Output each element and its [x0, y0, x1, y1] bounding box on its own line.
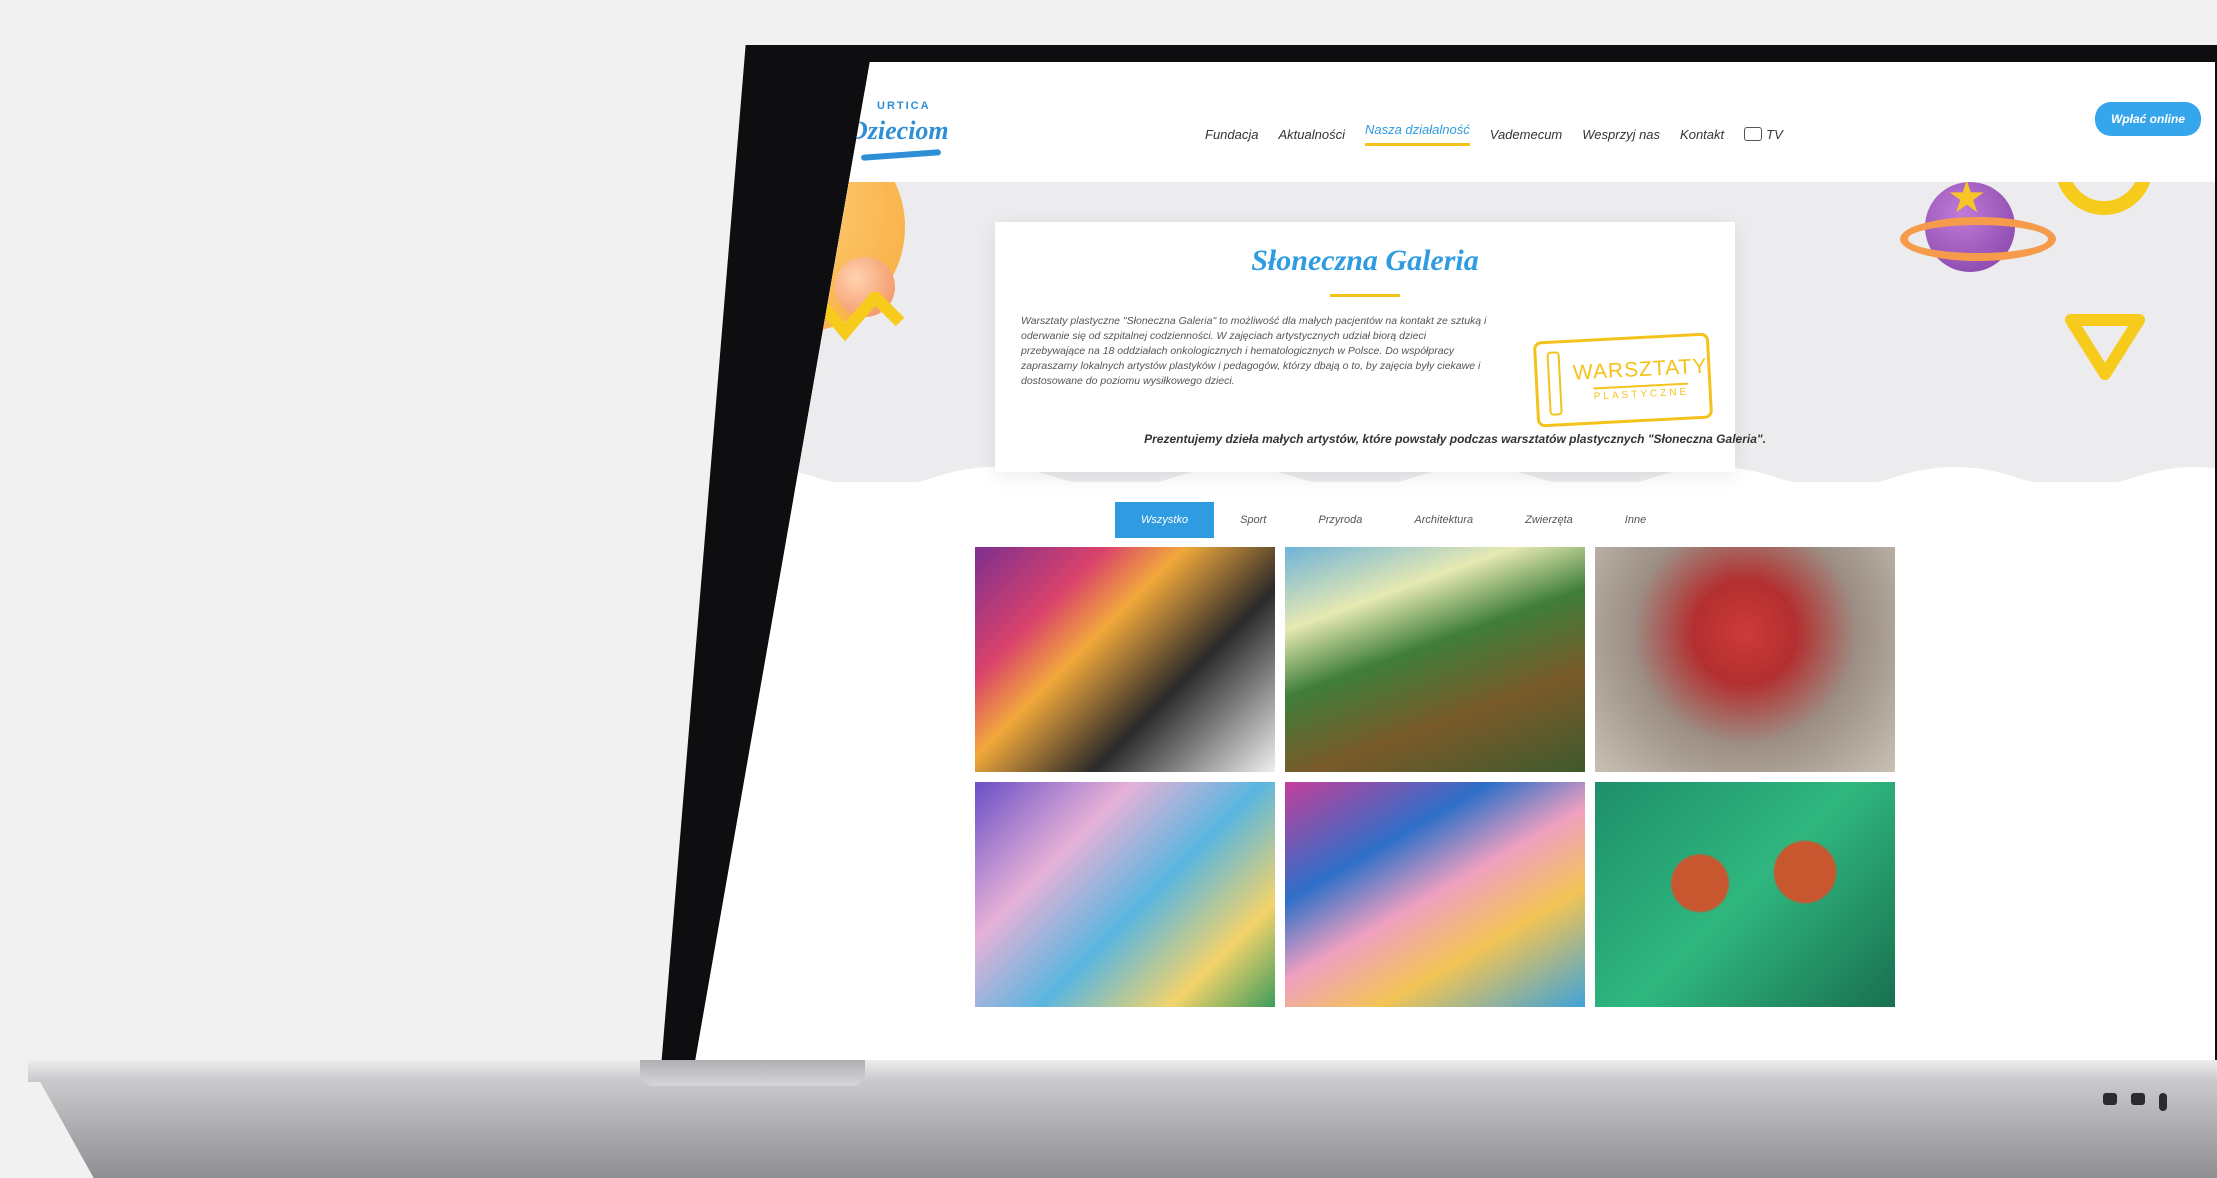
laptop-scene: ★ URTICA Dzieciom Fundacja Aktualności N…: [0, 0, 2217, 1178]
gallery-artwork[interactable]: [1595, 782, 1895, 1007]
stamp-text: WARSZTATY PLASTYCZNE: [1572, 355, 1709, 404]
nav-item-wesprzyj-nas[interactable]: Wesprzyj nas: [1582, 127, 1660, 142]
main-nav: Fundacja Aktualności Nasza działalność V…: [1205, 122, 1783, 146]
nav-item-tv[interactable]: TV: [1744, 127, 1783, 142]
gallery-intro: Prezentujemy dzieła małych artystów, któ…: [1144, 432, 1766, 446]
title-underline: [1330, 294, 1400, 297]
tab-zwierzeta[interactable]: Zwierzęta: [1499, 502, 1599, 538]
page-title: Słoneczna Galeria: [1251, 244, 1479, 277]
triangle-decoration: [2065, 314, 2145, 380]
audio-port: [2159, 1093, 2167, 1111]
nav-item-vademecum[interactable]: Vademecum: [1490, 127, 1563, 142]
nav-item-aktualnosci[interactable]: Aktualności: [1278, 127, 1344, 142]
tab-przyroda[interactable]: Przyroda: [1292, 502, 1388, 538]
laptop-ports: [2103, 1093, 2167, 1111]
laptop-notch: [640, 1060, 865, 1086]
workshop-stamp-logo: WARSZTATY PLASTYCZNE: [1532, 332, 1714, 428]
tab-wszystko[interactable]: Wszystko: [1115, 502, 1215, 538]
artwork-gallery: [975, 547, 1895, 1007]
category-tabs: Wszystko Sport Przyroda Architektura Zwi…: [1115, 502, 1672, 538]
tab-inne[interactable]: Inne: [1599, 502, 1672, 538]
nav-item-nasza-dzialalnosc[interactable]: Nasza działalność: [1364, 122, 1470, 146]
tab-sport[interactable]: Sport: [1214, 502, 1292, 538]
site-header: URTICA Dzieciom Fundacja Aktualności Nas…: [835, 92, 2215, 182]
usb-port: [2103, 1093, 2117, 1105]
planet-ring-decoration: [1900, 217, 2056, 261]
logo-swoosh: [860, 149, 942, 161]
tv-icon: [1744, 127, 1763, 141]
gallery-artwork[interactable]: [975, 547, 1275, 772]
gallery-artwork[interactable]: [1285, 782, 1585, 1007]
intro-description: Warsztaty plastyczne "Słoneczna Galeria"…: [1021, 315, 1487, 387]
gallery-artwork[interactable]: [1595, 547, 1895, 772]
gallery-artwork[interactable]: [975, 782, 1275, 1007]
gallery-artwork[interactable]: [1285, 547, 1585, 772]
stamp-big-text: WARSZTATY: [1572, 354, 1708, 385]
pencil-icon: [1546, 351, 1564, 416]
logo-top-text: URTICA: [877, 100, 931, 112]
donate-online-button[interactable]: Wpłać online: [2094, 102, 2201, 136]
nav-item-kontakt[interactable]: Kontakt: [1680, 127, 1724, 142]
usb-port: [2131, 1093, 2145, 1105]
webpage: ★ URTICA Dzieciom Fundacja Aktualności N…: [695, 62, 2215, 1062]
stamp-small-text: PLASTYCZNE: [1593, 382, 1690, 403]
laptop-screen: ★ URTICA Dzieciom Fundacja Aktualności N…: [695, 62, 2215, 1062]
laptop-base-lip: [28, 1060, 2217, 1082]
logo-main-text: Dzieciom: [849, 116, 949, 145]
tab-architektura[interactable]: Architektura: [1388, 502, 1499, 538]
nav-item-tv-label: TV: [1766, 126, 1783, 142]
nav-item-fundacja[interactable]: Fundacja: [1205, 127, 1258, 142]
